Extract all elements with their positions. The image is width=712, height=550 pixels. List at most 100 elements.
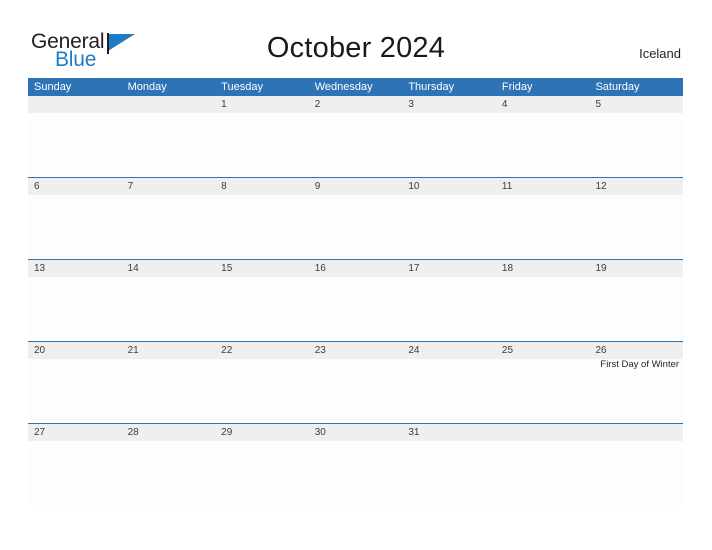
day-number: 4 — [501, 99, 508, 110]
calendar-day-cell[interactable]: 27 — [28, 424, 122, 505]
calendar-page: General Blue October 2024 Iceland Sunday… — [0, 0, 712, 550]
day-number-band — [308, 178, 403, 195]
day-number: 10 — [408, 181, 420, 192]
calendar-day-cell[interactable]: 30 — [308, 424, 403, 505]
day-number: 9 — [314, 181, 321, 192]
day-number-band — [495, 96, 590, 113]
calendar-weeks: 1 2 3 4 5 6 7 8 9 10 11 12 13 14 15 16 17 18 19 20 21 22 23 24 2… — [28, 96, 684, 505]
calendar-day-cell[interactable]: 6 — [28, 178, 122, 259]
calendar-day-cell[interactable]: 10 — [402, 178, 496, 259]
calendar-day-cell[interactable]: 9 — [308, 178, 403, 259]
calendar-day-cell[interactable]: 15 — [215, 260, 309, 341]
day-number: 17 — [408, 263, 420, 274]
day-number: 22 — [221, 345, 233, 356]
page-header: General Blue October 2024 Iceland — [0, 0, 712, 78]
day-number-band — [495, 424, 590, 441]
calendar-week-row: 6 7 8 9 10 11 12 — [28, 177, 684, 259]
calendar-day-cell[interactable]: 28 — [121, 424, 216, 505]
day-number-band — [215, 96, 309, 113]
day-number: 5 — [595, 99, 602, 110]
day-number: 25 — [501, 345, 514, 356]
calendar-day-cell[interactable]: 5 — [589, 96, 684, 177]
day-number: 27 — [34, 427, 46, 438]
weekday-sunday: Sunday — [34, 81, 72, 93]
calendar-week-row: 20 21 22 23 24 25 26 First Day of Winter — [28, 341, 684, 423]
calendar-empty-cell — [28, 96, 122, 177]
day-number: 12 — [595, 181, 607, 192]
calendar-day-cell[interactable]: 1 — [215, 96, 309, 177]
calendar-empty-cell — [495, 424, 590, 505]
day-number: 3 — [408, 99, 414, 110]
calendar-event: First Day of Winter — [600, 359, 680, 370]
calendar-day-cell[interactable]: 25 — [495, 342, 590, 423]
weekday-wednesday: Wednesday — [314, 81, 373, 93]
calendar-day-cell[interactable]: 17 — [402, 260, 496, 341]
day-number-band — [402, 96, 496, 113]
weekday-friday: Friday — [501, 81, 533, 93]
day-number-band — [28, 178, 122, 195]
weekday-tuesday: Tuesday — [221, 81, 263, 93]
day-number: 13 — [34, 263, 46, 274]
location-label: Iceland — [639, 46, 681, 61]
day-number: 21 — [127, 345, 139, 356]
day-number: 18 — [501, 263, 514, 274]
calendar-day-cell[interactable]: 18 — [495, 260, 590, 341]
calendar-day-cell[interactable]: 7 — [121, 178, 216, 259]
calendar-day-cell[interactable]: 16 — [308, 260, 403, 341]
day-number: 29 — [221, 427, 233, 438]
calendar-day-cell[interactable]: 8 — [215, 178, 309, 259]
day-number: 16 — [314, 263, 326, 274]
calendar-grid: Sunday Monday Tuesday Wednesday Thursday… — [28, 78, 684, 505]
day-events: First Day of Winter — [592, 359, 679, 371]
day-number: 26 — [595, 345, 607, 356]
day-number: 7 — [127, 181, 134, 192]
calendar-week-row: 27 28 29 30 31 — [28, 423, 684, 505]
calendar-day-cell[interactable]: 26 First Day of Winter — [589, 342, 684, 423]
day-number: 6 — [34, 181, 40, 192]
weekday-saturday: Saturday — [595, 81, 640, 93]
day-number-band — [28, 96, 122, 113]
calendar-day-cell[interactable]: 4 — [495, 96, 590, 177]
day-number: 19 — [595, 263, 607, 274]
day-number: 20 — [34, 345, 46, 356]
calendar-day-cell[interactable]: 29 — [215, 424, 309, 505]
calendar-day-cell[interactable]: 20 — [28, 342, 122, 423]
calendar-empty-cell — [589, 424, 684, 505]
calendar-day-cell[interactable]: 24 — [402, 342, 496, 423]
calendar-day-cell[interactable]: 31 — [402, 424, 496, 505]
calendar-day-cell[interactable]: 2 — [308, 96, 403, 177]
calendar-day-cell[interactable]: 21 — [121, 342, 216, 423]
weekday-header-row: Sunday Monday Tuesday Wednesday Thursday… — [28, 78, 683, 96]
day-number: 14 — [127, 263, 139, 274]
weekday-thursday: Thursday — [408, 81, 455, 93]
page-title: October 2024 — [266, 32, 446, 64]
day-number-band — [589, 424, 684, 441]
day-number: 30 — [314, 427, 326, 438]
calendar-week-row: 1 2 3 4 5 — [28, 96, 684, 177]
day-number-band — [589, 96, 684, 113]
calendar-empty-cell — [121, 96, 216, 177]
day-number: 31 — [408, 427, 420, 438]
day-number: 23 — [314, 345, 326, 356]
day-number: 24 — [408, 345, 420, 356]
calendar-week-row: 13 14 15 16 17 18 19 — [28, 259, 684, 341]
weekday-monday: Monday — [127, 81, 167, 93]
calendar-day-cell[interactable]: 19 — [589, 260, 684, 341]
day-number-band — [215, 178, 309, 195]
day-number-band — [121, 178, 216, 195]
day-number: 15 — [221, 263, 233, 274]
calendar-day-cell[interactable]: 13 — [28, 260, 122, 341]
day-number-band — [308, 96, 403, 113]
day-number: 2 — [314, 99, 321, 110]
day-number-band — [121, 96, 216, 113]
calendar-day-cell[interactable]: 3 — [402, 96, 496, 177]
calendar-day-cell[interactable]: 23 — [308, 342, 403, 423]
calendar-day-cell[interactable]: 12 — [589, 178, 684, 259]
calendar-day-cell[interactable]: 22 — [215, 342, 309, 423]
day-number: 1 — [221, 99, 227, 110]
day-number: 8 — [221, 181, 227, 192]
day-number: 28 — [127, 427, 139, 438]
calendar-day-cell[interactable]: 11 — [495, 178, 590, 259]
calendar-day-cell[interactable]: 14 — [121, 260, 216, 341]
day-number: 11 — [501, 181, 513, 192]
